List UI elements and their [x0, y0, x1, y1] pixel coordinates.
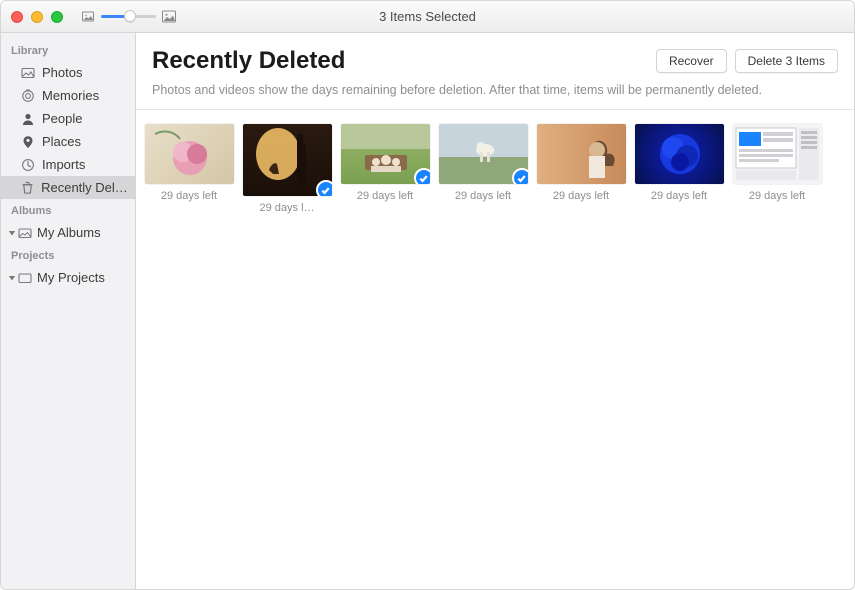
photos-icon [21, 66, 35, 80]
thumb-large-icon [162, 10, 176, 24]
window-body: Library Photos Memories People Places Im… [1, 33, 854, 589]
selected-checkmark-icon [316, 180, 332, 196]
sidebar-section-projects: Projects [1, 244, 135, 266]
days-left-label: 29 days left [455, 190, 511, 202]
days-left-label: 29 days left [357, 190, 413, 202]
sidebar-item-label: Places [42, 134, 81, 149]
days-left-label: 29 days left [651, 190, 707, 202]
sidebar-item-photos[interactable]: Photos [1, 61, 135, 84]
sidebar-item-my-projects[interactable]: My Projects [1, 266, 135, 289]
photo-thumbnail[interactable]: 29 days left [732, 124, 822, 202]
thumbnail-image [635, 124, 724, 184]
thumbnail-grid: 29 days left 29 days l… 29 days left [136, 110, 854, 214]
photo-thumbnail[interactable]: 29 days left [536, 124, 626, 202]
thumbnail-image [733, 124, 822, 184]
photo-thumbnail[interactable]: 29 days left [634, 124, 724, 202]
people-icon [21, 112, 35, 126]
header-buttons: Recover Delete 3 Items [656, 49, 838, 73]
thumbnail-image [243, 124, 332, 196]
album-icon [18, 226, 32, 240]
places-icon [21, 135, 35, 149]
traffic-lights [11, 11, 63, 23]
sidebar-item-label: Imports [42, 157, 85, 172]
sidebar-item-recently-deleted[interactable]: Recently Dele… [1, 176, 135, 199]
zoom-window-button[interactable] [51, 11, 63, 23]
trash-icon [21, 181, 34, 195]
sidebar-section-albums: Albums [1, 199, 135, 221]
selected-checkmark-icon [512, 168, 528, 184]
days-left-label: 29 days left [749, 190, 805, 202]
sidebar: Library Photos Memories People Places Im… [1, 33, 136, 589]
page-title: Recently Deleted [152, 47, 656, 75]
thumbnail-image [341, 124, 430, 184]
slider-knob[interactable] [124, 10, 136, 22]
days-left-label: 29 days left [553, 190, 609, 202]
sidebar-item-label: My Albums [37, 225, 101, 240]
days-left-label: 29 days left [161, 190, 217, 202]
sidebar-item-label: My Projects [37, 270, 105, 285]
sidebar-item-label: Memories [42, 88, 99, 103]
sidebar-item-label: People [42, 111, 82, 126]
selected-checkmark-icon [414, 168, 430, 184]
sidebar-item-memories[interactable]: Memories [1, 84, 135, 107]
days-left-label: 29 days l… [259, 202, 314, 214]
sidebar-section-library: Library [1, 39, 135, 61]
sidebar-item-places[interactable]: Places [1, 130, 135, 153]
thumbnail-image [537, 124, 626, 184]
close-window-button[interactable] [11, 11, 23, 23]
titlebar: 3 Items Selected [1, 1, 854, 33]
info-text: Photos and videos show the days remainin… [136, 83, 854, 110]
thumb-small-icon [81, 10, 95, 24]
delete-items-button[interactable]: Delete 3 Items [735, 49, 838, 73]
main-content: Recently Deleted Recover Delete 3 Items … [136, 33, 854, 589]
photo-thumbnail[interactable]: 29 days left [340, 124, 430, 202]
photo-thumbnail[interactable]: 29 days l… [242, 124, 332, 214]
project-icon [18, 271, 32, 285]
memories-icon [21, 89, 35, 103]
content-header: Recently Deleted Recover Delete 3 Items [136, 33, 854, 83]
thumbnail-size-slider[interactable] [101, 15, 156, 18]
photo-thumbnail[interactable]: 29 days left [438, 124, 528, 202]
photo-thumbnail[interactable]: 29 days left [144, 124, 234, 202]
sidebar-item-my-albums[interactable]: My Albums [1, 221, 135, 244]
sidebar-item-people[interactable]: People [1, 107, 135, 130]
sidebar-item-label: Photos [42, 65, 82, 80]
sidebar-item-label: Recently Dele… [41, 180, 129, 195]
thumbnail-image [145, 124, 234, 184]
thumbnail-image [439, 124, 528, 184]
sidebar-item-imports[interactable]: Imports [1, 153, 135, 176]
recover-button[interactable]: Recover [656, 49, 727, 73]
app-window: 3 Items Selected Library Photos Memories… [0, 0, 855, 590]
disclosure-triangle-icon[interactable] [7, 273, 17, 283]
minimize-window-button[interactable] [31, 11, 43, 23]
thumbnail-size-control [81, 10, 176, 24]
imports-icon [21, 158, 35, 172]
disclosure-triangle-icon[interactable] [7, 228, 17, 238]
